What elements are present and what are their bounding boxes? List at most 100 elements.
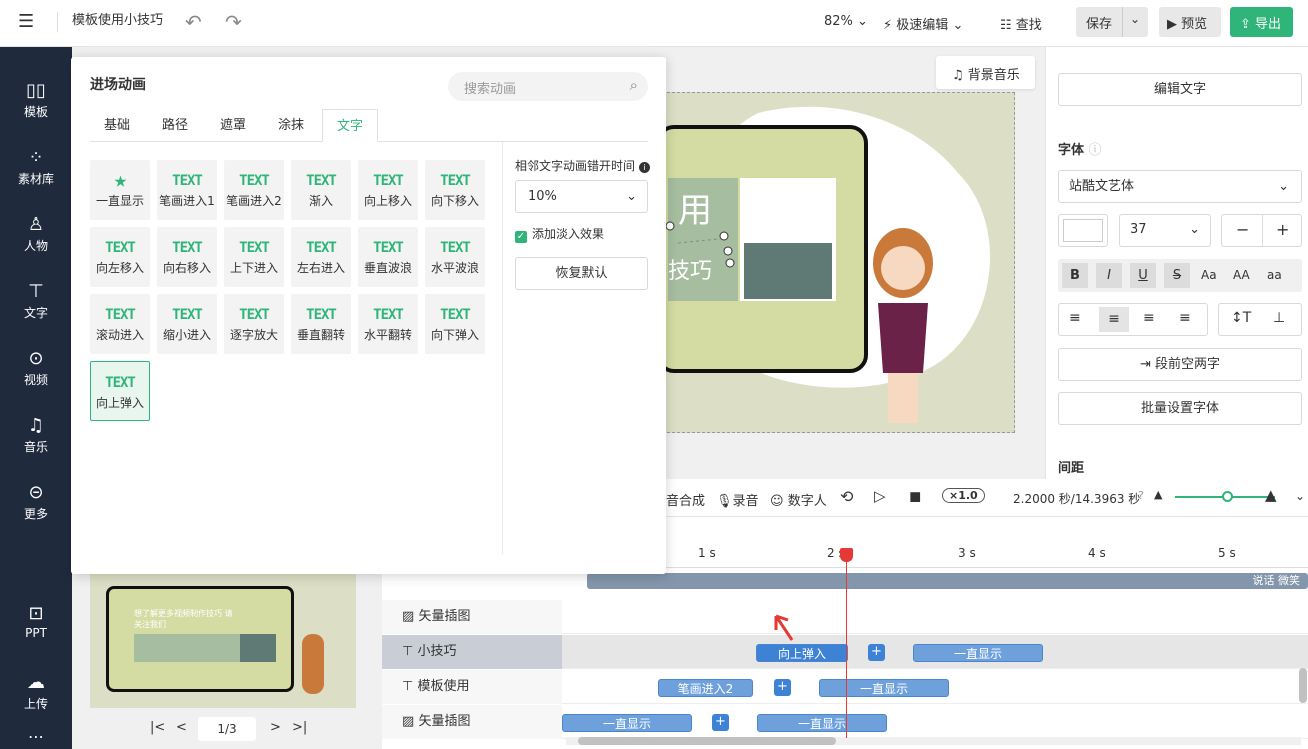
- add-animation-button[interactable]: +: [868, 644, 885, 661]
- vertical-scrollbar[interactable]: [1299, 668, 1307, 703]
- lowercase-icon[interactable]: aa: [1267, 268, 1282, 282]
- sidebar-item-library[interactable]: ⁘ 素材库: [0, 148, 72, 187]
- save-dropdown-chevron-icon[interactable]: ⌄: [1130, 12, 1140, 26]
- find-button[interactable]: ☷ 查找: [1000, 14, 1042, 33]
- animation-card[interactable]: TEXT 向下移入: [425, 160, 485, 220]
- speech-synthesis-button[interactable]: 音合成: [666, 490, 705, 509]
- animation-clip[interactable]: 笔画进入2: [658, 679, 753, 697]
- animation-card[interactable]: TEXT 向右移入: [157, 227, 217, 287]
- animation-card[interactable]: TEXT 水平翻转: [358, 294, 418, 354]
- add-animation-button[interactable]: +: [774, 679, 791, 696]
- last-page-icon[interactable]: >|: [292, 720, 307, 735]
- playhead-handle[interactable]: [840, 548, 853, 562]
- prev-page-icon[interactable]: <: [176, 720, 187, 735]
- animation-card[interactable]: TEXT 向下弹入: [425, 294, 485, 354]
- next-page-icon[interactable]: >: [270, 720, 281, 735]
- animation-clip[interactable]: 一直显示: [562, 714, 692, 732]
- sidebar-item-video[interactable]: ⊙ 视频: [0, 349, 72, 388]
- export-button[interactable]: ⇪ 导出: [1230, 7, 1293, 37]
- reset-default-button[interactable]: 恢复默认: [515, 257, 648, 290]
- help-icon[interactable]: ?: [1138, 489, 1144, 502]
- play-icon[interactable]: ▷: [874, 487, 886, 505]
- font-family-select[interactable]: 站酷文艺体 ⌄: [1058, 170, 1302, 203]
- add-animation-button[interactable]: +: [712, 714, 729, 731]
- character-clip[interactable]: 说话 微笑: [587, 573, 1308, 589]
- animation-card[interactable]: ★ 一直显示: [90, 160, 150, 220]
- animation-card[interactable]: TEXT 滚动进入: [90, 294, 150, 354]
- sidebar-item-music[interactable]: ♫ 音乐: [0, 416, 72, 455]
- batch-font-button[interactable]: 批量设置字体: [1058, 392, 1302, 425]
- minus-icon[interactable]: −: [1236, 220, 1249, 239]
- slide-text-1[interactable]: 用: [678, 183, 712, 232]
- align-justify-icon[interactable]: ≡: [1179, 310, 1191, 326]
- track-tips[interactable]: ⊤ 小技巧 向上弹入 + 一直显示: [382, 635, 1308, 669]
- sidebar-item-template[interactable]: ▯▯ 模板: [0, 81, 72, 120]
- playhead[interactable]: [846, 548, 847, 738]
- italic-icon[interactable]: I: [1096, 263, 1122, 288]
- animation-clip[interactable]: 一直显示: [913, 644, 1043, 662]
- slide-text-2[interactable]: 技巧: [668, 253, 712, 285]
- zoom-dropdown[interactable]: 82% ⌄: [824, 14, 868, 29]
- track-vector-1[interactable]: ▨ 矢量插图: [382, 600, 1308, 634]
- info-icon[interactable]: i: [638, 162, 650, 173]
- font-color-swatch[interactable]: [1058, 214, 1108, 247]
- tab-text[interactable]: 文字: [322, 109, 379, 142]
- replay-icon[interactable]: ⟲: [840, 487, 853, 506]
- undo-icon[interactable]: ↶: [185, 10, 202, 34]
- more-dots-icon[interactable]: ⋯: [0, 727, 72, 746]
- animation-card[interactable]: TEXT 渐入: [291, 160, 351, 220]
- stagger-select[interactable]: 10% ⌄: [515, 180, 648, 213]
- tab-smear[interactable]: 涂抹: [264, 109, 318, 142]
- indent-button[interactable]: ⇥ 段前空两字: [1058, 348, 1302, 381]
- playback-speed-button[interactable]: ×1.0: [942, 488, 985, 503]
- first-page-icon[interactable]: |<: [150, 720, 165, 735]
- background-music-button[interactable]: ♫ 背景音乐: [936, 56, 1035, 89]
- slide-thumbnail[interactable]: 想了解更多视频制作技巧 请关注我们: [90, 574, 356, 708]
- animation-clip[interactable]: 一直显示: [757, 714, 887, 732]
- uppercase-icon[interactable]: AA: [1233, 268, 1250, 282]
- sidebar-item-more[interactable]: ⊝ 更多: [0, 483, 72, 522]
- redo-icon[interactable]: ↷: [225, 10, 242, 34]
- track-template[interactable]: ⊤ 模板使用 笔画进入2 + 一直显示: [382, 670, 1308, 704]
- animation-card[interactable]: TEXT 上下进入: [224, 227, 284, 287]
- text-baseline-icon[interactable]: ⊥: [1273, 310, 1285, 326]
- track-vector-2[interactable]: ▨ 矢量插图 一直显示 + 一直显示: [382, 705, 1308, 739]
- preview-button[interactable]: ▶ 预览: [1159, 7, 1221, 37]
- align-left-icon[interactable]: ≡: [1069, 310, 1081, 326]
- tab-path[interactable]: 路径: [148, 109, 202, 142]
- bold-icon[interactable]: B: [1062, 263, 1088, 288]
- align-right-icon[interactable]: ≡: [1143, 310, 1155, 326]
- capitalize-icon[interactable]: Aa: [1201, 268, 1217, 282]
- stop-icon[interactable]: ◼: [909, 487, 921, 505]
- sidebar-item-text[interactable]: ⊤ 文字: [0, 282, 72, 321]
- record-button[interactable]: 🎙录音: [716, 490, 759, 509]
- menu-icon[interactable]: ☰: [18, 12, 38, 32]
- page-indicator[interactable]: 1/3: [198, 717, 256, 741]
- animation-card[interactable]: TEXT 左右进入: [291, 227, 351, 287]
- info-icon[interactable]: ⓘ: [1089, 143, 1102, 158]
- slide-canvas[interactable]: 用 技巧: [637, 92, 1015, 433]
- tab-mask[interactable]: 遮罩: [206, 109, 260, 142]
- horizontal-scrollbar[interactable]: [566, 737, 1301, 745]
- zoom-in-icon[interactable]: ▲: [1265, 486, 1277, 504]
- animation-search-input[interactable]: 搜索动画 ⌕: [448, 72, 648, 101]
- animation-card[interactable]: TEXT 垂直波浪: [358, 227, 418, 287]
- underline-icon[interactable]: U: [1130, 263, 1156, 288]
- animation-card[interactable]: TEXT 笔画进入2: [224, 160, 284, 220]
- animation-card[interactable]: TEXT 逐字放大: [224, 294, 284, 354]
- fast-edit-dropdown[interactable]: ⚡ 极速编辑 ⌄: [883, 14, 963, 33]
- tab-basic[interactable]: 基础: [90, 109, 144, 142]
- plus-icon[interactable]: +: [1276, 220, 1289, 239]
- animation-card[interactable]: TEXT 向左移入: [90, 227, 150, 287]
- animation-card[interactable]: TEXT 向上移入: [358, 160, 418, 220]
- time-ruler[interactable]: 1 s 2 s 3 s 4 s 5 s: [562, 540, 1308, 568]
- document-title[interactable]: 模板使用小技巧: [72, 12, 163, 30]
- sidebar-item-upload[interactable]: ☁ 上传: [0, 673, 72, 712]
- animation-clip[interactable]: 一直显示: [819, 679, 949, 697]
- animation-card[interactable]: TEXT 笔画进入1: [157, 160, 217, 220]
- animation-card[interactable]: TEXT 向上弹入: [90, 361, 150, 421]
- font-size-select[interactable]: 37 ⌄: [1119, 214, 1211, 247]
- strikethrough-icon[interactable]: S: [1164, 263, 1190, 288]
- edit-text-button[interactable]: 编辑文字: [1058, 73, 1302, 106]
- zoom-out-icon[interactable]: ▲: [1154, 488, 1162, 501]
